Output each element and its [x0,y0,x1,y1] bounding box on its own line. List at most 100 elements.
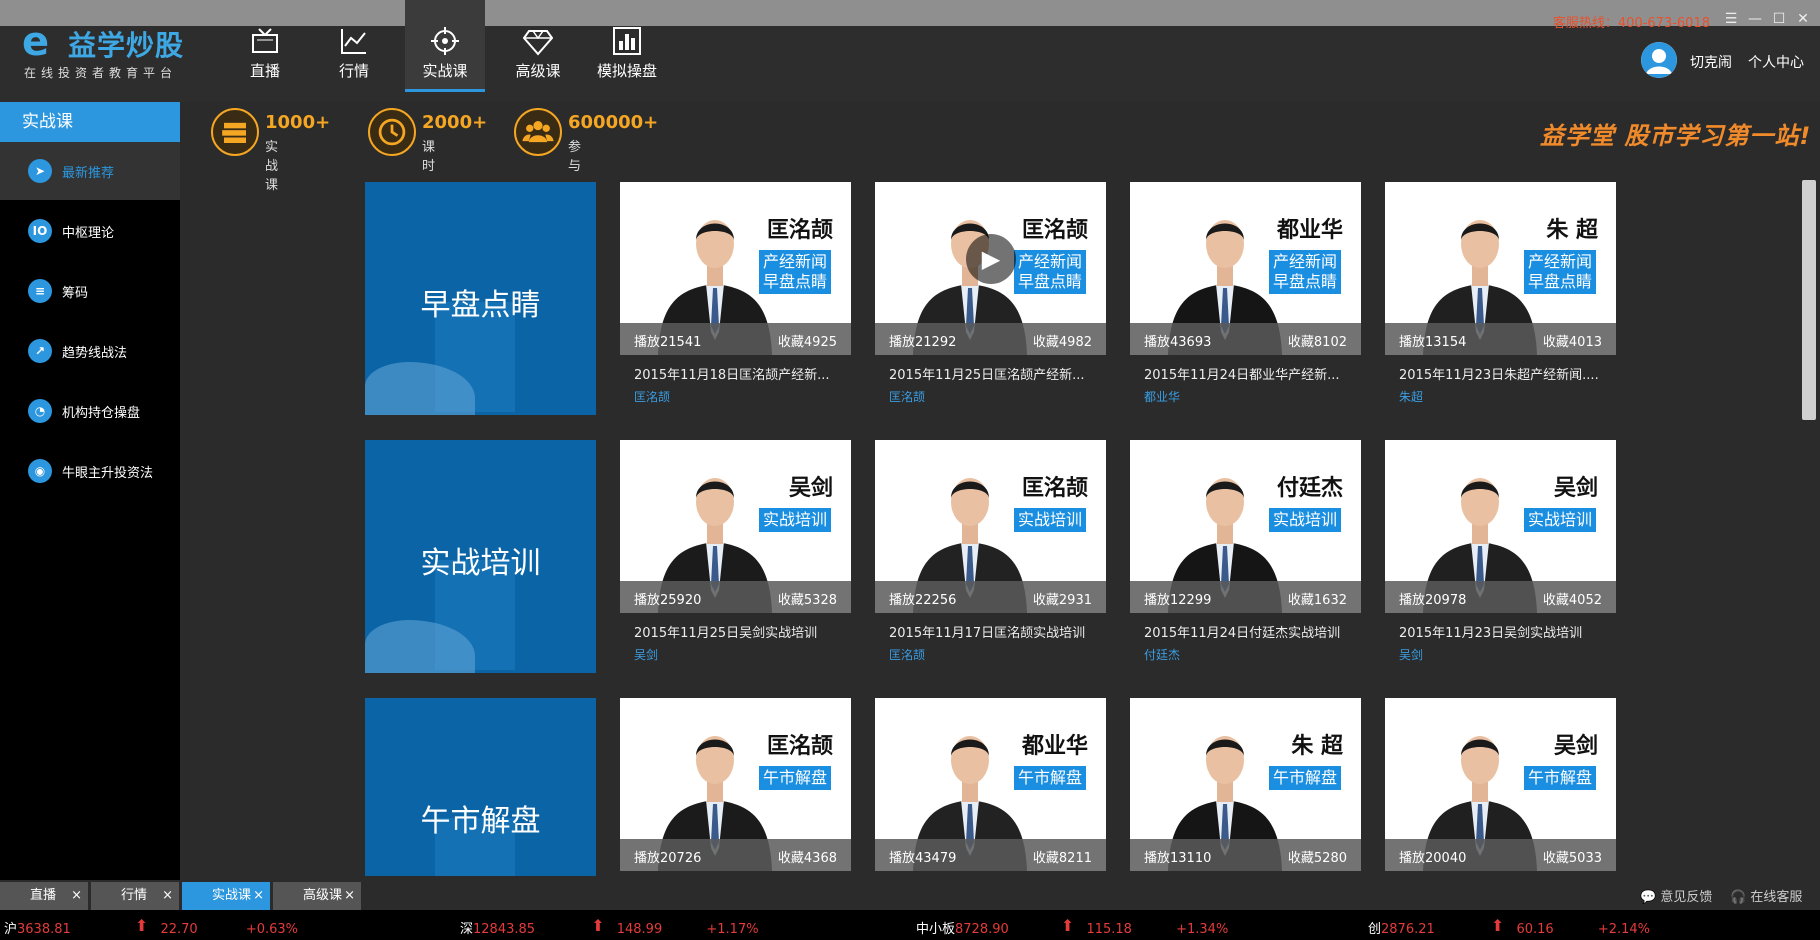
course-title[interactable]: 2015年11月18日匡洺颉产经新... [634,364,844,383]
bottom-tab-live[interactable]: 直播 × [0,882,88,910]
tab-close-icon[interactable]: × [253,882,264,910]
course-thumbnail[interactable]: 朱 超午市解盘 播放13110 收藏5280 [1130,698,1361,871]
course-card[interactable]: 吴剑 实战培训 播放20978 收藏4052 2015年11月23日吴剑实战培训 吴剑 [1385,440,1616,666]
sidebar-item-institution[interactable]: ◔ 机构持仓操盘 [0,382,180,440]
course-thumbnail[interactable]: 都业华 产经新闻 早盘点睛 播放43693 收藏8102 [1130,182,1361,355]
ticker-change: 115.18 [1086,922,1132,937]
course-title[interactable]: 2015年11月23日朱超产经新闻.... [1399,364,1609,383]
sidebar-item-bull-eye[interactable]: ◉ 牛眼主升投资法 [0,442,180,500]
course-thumbnail[interactable]: 匡洺颉 产经新闻 早盘点睛 ▶ 播放21292 收藏4982 [875,182,1106,355]
bottom-tab-practical[interactable]: 实战课 × [182,882,270,910]
nav-tab-practical[interactable]: 实战课 [405,0,485,92]
course-title[interactable]: 2015年11月23日吴剑实战培训 [1399,622,1609,641]
close-icon[interactable]: ✕ [1794,10,1812,28]
category-tile[interactable]: 早盘点睛 [365,182,596,415]
course-thumbnail[interactable]: 吴剑 实战培训 播放25920 收藏5328 [620,440,851,613]
username[interactable]: 切克闹 [1690,52,1732,72]
menu-icon[interactable]: ☰ [1722,10,1740,28]
card-stats-bar: 播放21541 收藏4925 [620,323,851,355]
course-tag: 产经新闻 早盘点睛 [1268,250,1341,294]
course-teacher-link[interactable]: 匡洺颉 [889,646,925,663]
tab-close-icon[interactable]: × [71,882,82,910]
sidebar-item-trendline[interactable]: ↗ 趋势线战法 [0,322,180,380]
course-teacher-link[interactable]: 匡洺颉 [634,388,670,405]
ticker-pct: +2.14% [1597,922,1651,937]
play-icon[interactable]: ▶ [966,234,1016,284]
avatar[interactable] [1641,42,1677,78]
scrollbar[interactable] [1802,180,1816,420]
ticker-sz[interactable]: 深12843.85 ⬆ 148.99 +1.17% [460,916,759,937]
ticker-sh[interactable]: 沪3638.81 ⬆ 22.70 +0.63% [4,916,298,937]
course-tag: 实战培训 [1523,508,1596,532]
course-title[interactable]: 2015年11月24日都业华产经新... [1144,364,1354,383]
course-thumbnail[interactable]: 吴剑 实战培训 播放20978 收藏4052 [1385,440,1616,613]
bottom-tab-market[interactable]: 行情 × [91,882,179,910]
nav-tab-advanced[interactable]: 高级课 [497,0,579,92]
course-title[interactable]: 2015年11月17日匡洺颉实战培训 [889,622,1099,641]
teacher-name-badge: 匡洺颉 [1021,476,1088,501]
course-card[interactable]: 吴剑 实战培训 播放25920 收藏5328 2015年11月25日吴剑实战培训 吴剑 [620,440,851,666]
nav-tab-market[interactable]: 行情 [313,0,395,92]
course-tag: 午市解盘 [1523,766,1596,790]
course-card[interactable]: 匡洺颉 实战培训 播放22256 收藏2931 2015年11月17日匡洺颉实战培训 匡洺… [875,440,1106,666]
course-card[interactable]: 匡洺颉 产经新闻 早盘点睛 播放21541 收藏4925 2015年11月18日匡洺颉产… [620,182,851,408]
course-card[interactable]: 都业华 产经新闻 早盘点睛 播放43693 收藏8102 2015年11月24日都业华产… [1130,182,1361,408]
course-tag: 产经新闻 早盘点睛 [1523,250,1596,294]
sidebar-item-pivot-theory[interactable]: IO 中枢理论 [0,202,180,260]
course-title[interactable]: 2015年11月25日吴剑实战培训 [634,622,844,641]
card-stats-bar: 播放22256 收藏2931 [875,581,1106,613]
logo[interactable]: e 益学炒股 在线投资者教育平台 [22,18,202,82]
course-teacher-link[interactable]: 吴剑 [634,646,658,663]
sidebar-item-chips[interactable]: ≡ 筹码 [0,262,180,320]
course-thumbnail[interactable]: 吴剑 午市解盘 播放20040 收藏5033 [1385,698,1616,871]
tab-close-icon[interactable]: × [344,882,355,910]
feedback-label: 意见反馈 [1660,890,1713,905]
navigate-icon: ➤ [28,159,52,183]
course-teacher-link[interactable]: 朱超 [1399,388,1423,405]
course-title[interactable]: 2015年11月25日匡洺颉产经新... [889,364,1099,383]
nav-tab-live[interactable]: 直播 [224,0,306,92]
minimize-icon[interactable]: — [1746,10,1764,28]
user-center-link[interactable]: 个人中心 [1748,52,1804,72]
online-service-link[interactable]: 🎧 在线客服 [1730,886,1802,905]
course-card[interactable]: 吴剑 午市解盘 播放20040 收藏5033 [1385,698,1616,876]
crosshair-icon [431,27,459,55]
maximize-icon[interactable]: ☐ [1770,10,1788,28]
course-card[interactable]: 都业华 午市解盘 播放43479 收藏8211 [875,698,1106,876]
course-teacher-link[interactable]: 吴剑 [1399,646,1423,663]
course-card[interactable]: 匡洺颉 产经新闻 早盘点睛 ▶ 播放21292 收藏4982 2015年11月25日匡洺颉… [875,182,1106,408]
up-arrow-icon: ⬆ [1490,916,1505,935]
card-stats-bar: 播放13110 收藏5280 [1130,839,1361,871]
course-card[interactable]: 匡洺颉 午市解盘 播放20726 收藏4368 [620,698,851,876]
nav-tab-simulation[interactable]: 模拟操盘 [587,0,667,92]
course-thumbnail[interactable]: 匡洺颉 产经新闻 早盘点睛 播放21541 收藏4925 [620,182,851,355]
category-tile[interactable]: 实战培训 [365,440,596,673]
tab-close-icon[interactable]: × [162,882,173,910]
bottom-tab-label: 高级课 [303,888,343,903]
course-card[interactable]: 朱 超午市解盘 播放13110 收藏5280 [1130,698,1361,876]
eye-icon: ◉ [28,459,52,483]
card-stats-bar: 播放43479 收藏8211 [875,839,1106,871]
motto-banner: 益学堂 股市学习第一站! [1540,122,1812,150]
sidebar-item-latest[interactable]: ➤ 最新推荐 [0,142,180,200]
course-title[interactable]: 2015年11月24日付廷杰实战培训 [1144,622,1354,641]
course-thumbnail[interactable]: 付廷杰 实战培训 播放12299 收藏1632 [1130,440,1361,613]
ticker-smb[interactable]: 中小板8728.90 ⬆ 115.18 +1.34% [916,916,1228,937]
feedback-link[interactable]: 💬 意见反馈 [1640,886,1712,905]
course-thumbnail[interactable]: 都业华 午市解盘 播放43479 收藏8211 [875,698,1106,871]
category-tile[interactable]: 午市解盘 [365,698,596,876]
course-thumbnail[interactable]: 匡洺颉 实战培训 播放22256 收藏2931 [875,440,1106,613]
course-teacher-link[interactable]: 付廷杰 [1144,646,1180,663]
logo-slogan: 在线投资者教育平台 [24,66,178,80]
database-icon: ≡ [28,279,52,303]
play-count: 播放13110 [1144,851,1212,866]
course-tag: 实战培训 [1268,508,1341,532]
course-card[interactable]: 朱 超产经新闻 早盘点睛 播放13154 收藏4013 2015年11月23日朱超产经… [1385,182,1616,408]
course-card[interactable]: 付廷杰 实战培训 播放12299 收藏1632 2015年11月24日付廷杰实战培训 付廷… [1130,440,1361,666]
course-teacher-link[interactable]: 匡洺颉 [889,388,925,405]
course-teacher-link[interactable]: 都业华 [1144,388,1180,405]
bottom-tab-advanced[interactable]: 高级课 × [273,882,361,910]
course-thumbnail[interactable]: 匡洺颉 午市解盘 播放20726 收藏4368 [620,698,851,871]
course-thumbnail[interactable]: 朱 超产经新闻 早盘点睛 播放13154 收藏4013 [1385,182,1616,355]
ticker-gem[interactable]: 创2876.21 ⬆ 60.16 +2.14% [1368,916,1651,937]
